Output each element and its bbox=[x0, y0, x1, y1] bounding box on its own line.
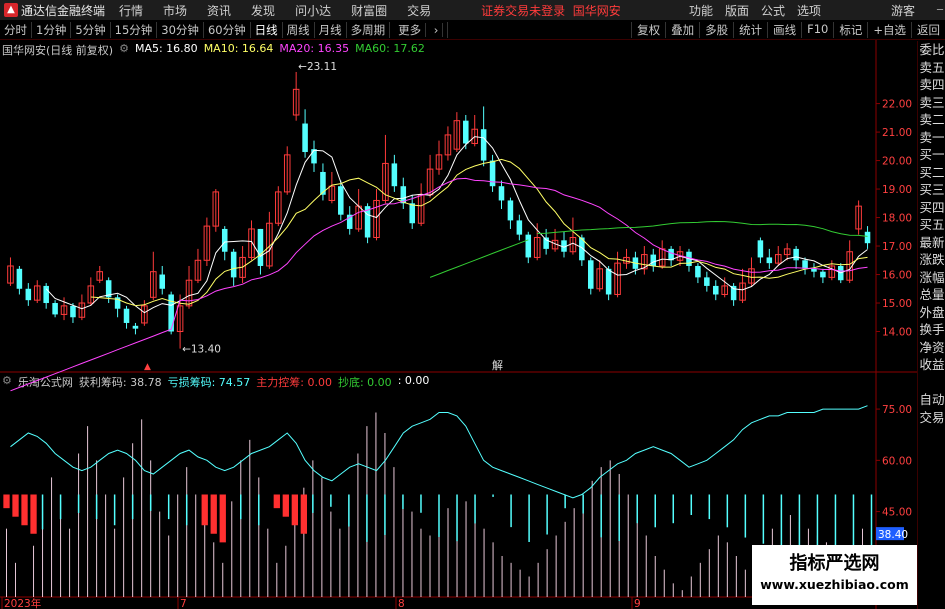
date-tick-label: 8 bbox=[398, 598, 405, 609]
candle-body-down bbox=[588, 260, 594, 289]
candle-body-down bbox=[820, 271, 826, 278]
candle-body-down bbox=[391, 163, 398, 187]
candle-body-down bbox=[766, 257, 773, 264]
sidebar-item-1[interactable]: 卖五 bbox=[918, 59, 945, 77]
sidebar-item-9[interactable]: 买四 bbox=[918, 199, 945, 217]
candle-body-down bbox=[730, 285, 737, 301]
price-tick-label: 17.00 bbox=[882, 241, 912, 253]
candle-body-down bbox=[605, 268, 612, 295]
sidebar-item-13[interactable]: 涨幅 bbox=[918, 269, 945, 287]
candle-body-down bbox=[168, 294, 174, 332]
indicator-tick-label: 60.00 bbox=[882, 455, 912, 467]
sidebar-item-20[interactable]: 自动 bbox=[918, 391, 945, 409]
candle-body-down bbox=[757, 240, 764, 258]
indicator-tick-label: 75.00 bbox=[882, 404, 912, 416]
candle-body-down bbox=[712, 285, 719, 295]
candle-body-down bbox=[52, 303, 58, 315]
candle-body-down bbox=[704, 277, 710, 286]
kline-chart-canvas[interactable]: 22.00 21.00 20.00 19.00 18.00 17.00 16.00 15.00… bbox=[0, 0, 917, 609]
ma60-line-lead bbox=[429, 239, 529, 278]
sidebar-item-6[interactable]: 买一 bbox=[918, 146, 945, 164]
sidebar-item-5[interactable]: 卖一 bbox=[918, 129, 945, 147]
event-marker-icon: ▲ bbox=[144, 362, 151, 372]
sidebar-item-2[interactable]: 卖四 bbox=[918, 76, 945, 94]
date-tick-label: 7 bbox=[180, 598, 187, 609]
sidebar-item-18[interactable]: 收益 bbox=[918, 356, 945, 374]
candle-body-down bbox=[793, 248, 799, 261]
candle-body-down bbox=[221, 228, 228, 252]
unlock-marker: 解 bbox=[492, 358, 503, 372]
candle-body-down bbox=[525, 234, 532, 258]
sidebar-item-16[interactable]: 换手 bbox=[918, 321, 945, 339]
sidebar-item-11[interactable]: 最新 bbox=[918, 234, 945, 252]
candle-body-down bbox=[16, 268, 23, 289]
candle-body-down bbox=[43, 285, 49, 304]
sidebar-item-8[interactable]: 买三 bbox=[918, 181, 945, 199]
low-annotation: ←13.40 bbox=[182, 344, 221, 356]
price-tick-label: 18.00 bbox=[882, 213, 912, 225]
candle-body-down bbox=[650, 254, 657, 266]
candle-body-down bbox=[257, 228, 264, 266]
high-annotation: ←23.11 bbox=[298, 61, 337, 73]
sidebar-item-17[interactable]: 净资 bbox=[918, 339, 945, 357]
price-tick-label: 16.00 bbox=[882, 270, 912, 282]
candle-body-down bbox=[132, 325, 139, 329]
window-controls: ─ bbox=[937, 5, 943, 16]
candle-body-down bbox=[463, 120, 469, 144]
candle-body-down bbox=[498, 186, 505, 201]
candle-body-down bbox=[811, 268, 817, 272]
watermark: 指标严选网 www.xuezhibiao.com bbox=[752, 545, 917, 605]
ma20-line bbox=[10, 177, 868, 392]
ma5-line bbox=[45, 136, 868, 314]
candle-body-down bbox=[480, 129, 487, 161]
price-tick-label: 20.00 bbox=[882, 156, 912, 168]
sidebar-item-14[interactable]: 总量 bbox=[918, 286, 945, 304]
candle-body-down bbox=[409, 203, 415, 224]
watermark-url: www.xuezhibiao.com bbox=[760, 577, 909, 592]
candle-body-down bbox=[516, 220, 523, 235]
price-tick-label: 22.00 bbox=[882, 99, 912, 111]
candle-body-down bbox=[302, 123, 308, 153]
watermark-title: 指标严选网 bbox=[789, 553, 880, 574]
price-tick-label: 15.00 bbox=[882, 298, 912, 310]
candle-body-down bbox=[159, 274, 166, 289]
candle-body-down bbox=[338, 186, 344, 215]
sidebar-item-4[interactable]: 卖二 bbox=[918, 111, 945, 129]
sidebar-item-21[interactable]: 交易 bbox=[918, 409, 945, 427]
candle-body-down bbox=[25, 288, 32, 301]
sidebar-item-10[interactable]: 买五 bbox=[918, 216, 945, 234]
candle-body-down bbox=[320, 171, 326, 195]
sidebar-item-3[interactable]: 卖三 bbox=[918, 94, 945, 112]
price-tick-label: 14.00 bbox=[882, 327, 912, 339]
candle-body-down bbox=[123, 308, 130, 323]
ma60-line bbox=[537, 220, 868, 237]
sidebar-item-7[interactable]: 买二 bbox=[918, 164, 945, 182]
current-value-label: 38.40 bbox=[878, 529, 908, 541]
candle-body-down bbox=[70, 305, 76, 318]
candle-body-down bbox=[311, 149, 317, 164]
candle-body-down bbox=[507, 200, 514, 221]
candle-body-down bbox=[230, 251, 237, 278]
sidebar-item-12[interactable]: 涨跌 bbox=[918, 251, 945, 269]
candle-body-down bbox=[864, 231, 871, 244]
indicator-tick-label: 45.00 bbox=[882, 507, 912, 519]
candle-body-down bbox=[802, 260, 808, 269]
sidebar-item-0[interactable]: 委比 bbox=[918, 41, 945, 59]
date-tick-label: 2023年 bbox=[4, 597, 41, 609]
minimize-icon[interactable]: ─ bbox=[937, 5, 943, 16]
sidebar-item-19[interactable] bbox=[918, 374, 945, 392]
loss-chips-line bbox=[10, 405, 868, 499]
price-tick-label: 21.00 bbox=[882, 127, 912, 139]
candle-body-down bbox=[695, 265, 701, 278]
quote-sidebar: 委比 卖五 卖四 卖三 卖二 卖一 买一 买二 买三 买四 买五 最新 涨跌 涨幅 总量 外盘 换手 净资 收益自动… bbox=[917, 41, 945, 609]
price-tick-label: 19.00 bbox=[882, 184, 912, 196]
date-tick-label: 9 bbox=[634, 598, 641, 609]
sidebar-item-15[interactable]: 外盘 bbox=[918, 304, 945, 322]
